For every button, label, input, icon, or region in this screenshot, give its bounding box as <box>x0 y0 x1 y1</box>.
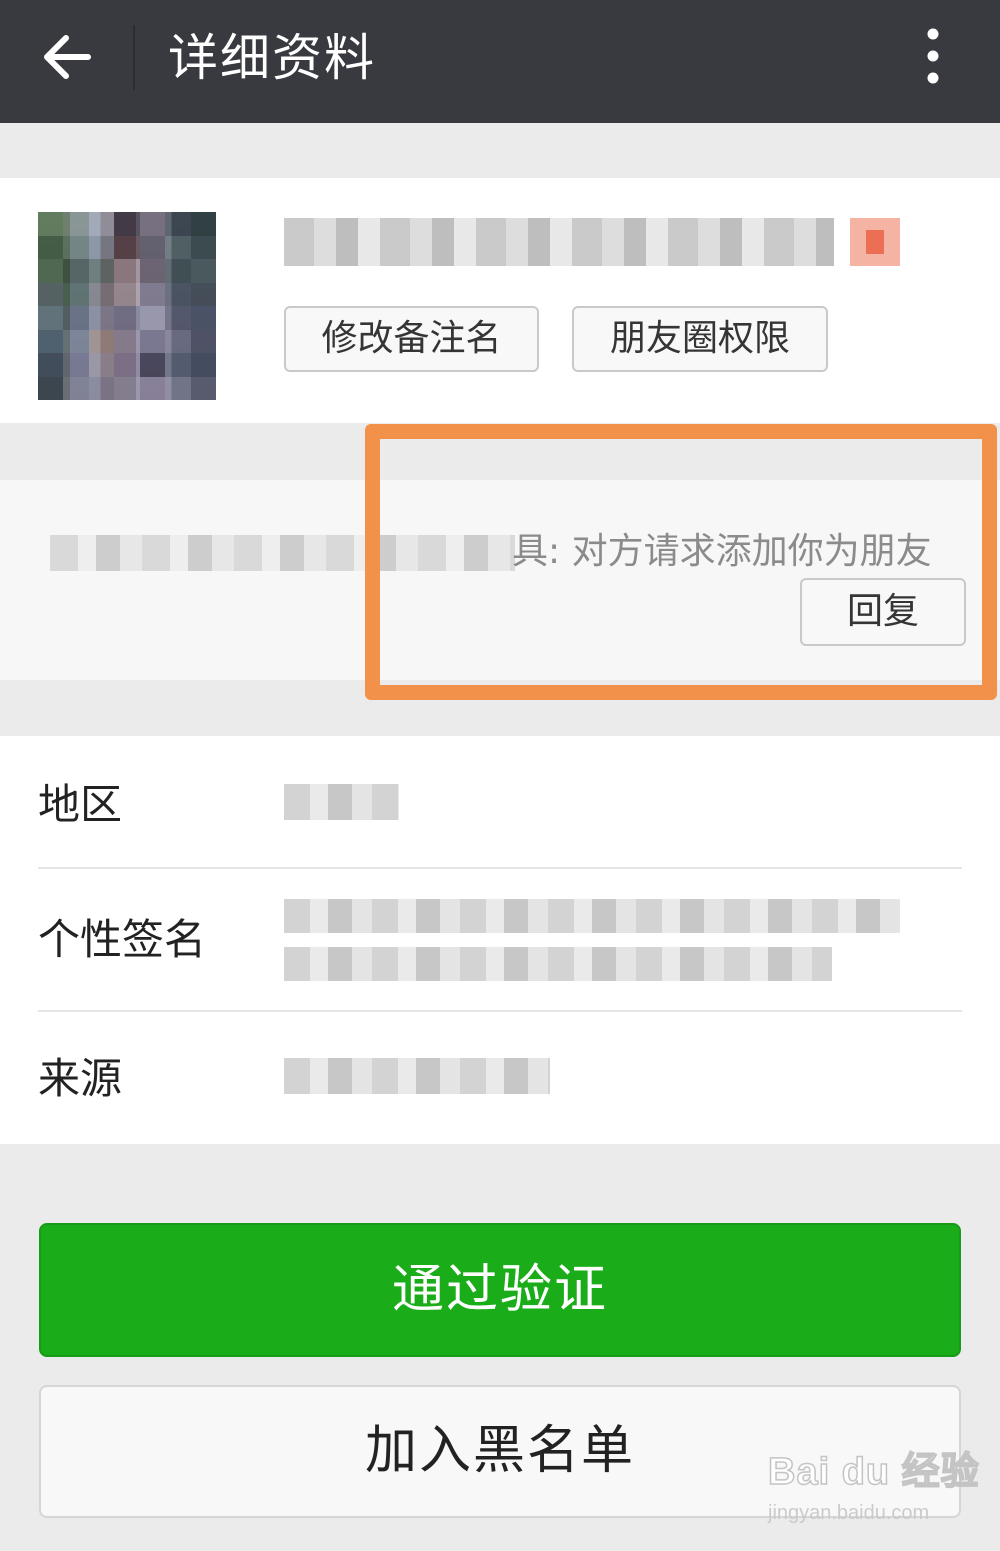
moments-permission-button[interactable]: 朋友圈权限 <box>572 306 828 372</box>
signature-value-redacted <box>284 899 900 933</box>
verification-message-section: 具: 对方请求添加你为朋友 回复 <box>0 480 1000 680</box>
header-divider <box>133 25 135 90</box>
arrow-left-icon <box>44 35 91 79</box>
reply-button[interactable]: 回复 <box>800 578 966 646</box>
female-icon <box>850 218 900 266</box>
info-list: 地区 个性签名 来源 <box>0 736 1000 1144</box>
title-bar: 详细资料 <box>0 0 1000 123</box>
verification-message: 具: 对方请求添加你为朋友 <box>512 531 932 572</box>
avatar[interactable] <box>38 212 216 400</box>
signature-value-redacted-line2 <box>284 947 832 981</box>
region-value-redacted <box>284 784 399 820</box>
more-vertical-icon <box>927 28 939 84</box>
more-menu-button[interactable] <box>905 22 961 94</box>
requester-name-redacted <box>50 535 515 571</box>
region-row: 地区 <box>38 736 962 869</box>
signature-row: 个性签名 <box>38 869 962 1012</box>
approve-verification-button[interactable]: 通过验证 <box>39 1223 961 1357</box>
region-label: 地区 <box>38 780 123 829</box>
add-to-blacklist-button[interactable]: 加入黑名单 <box>39 1385 961 1518</box>
back-button[interactable] <box>30 22 110 92</box>
edit-remark-button[interactable]: 修改备注名 <box>284 306 539 372</box>
nickname-redacted <box>284 218 834 266</box>
source-value-redacted <box>284 1058 550 1094</box>
page-title: 详细资料 <box>168 29 376 87</box>
profile-card: 修改备注名 朋友圈权限 <box>0 178 1000 423</box>
source-label: 来源 <box>38 1054 123 1103</box>
signature-label: 个性签名 <box>38 915 207 964</box>
source-row: 来源 <box>38 1012 962 1144</box>
